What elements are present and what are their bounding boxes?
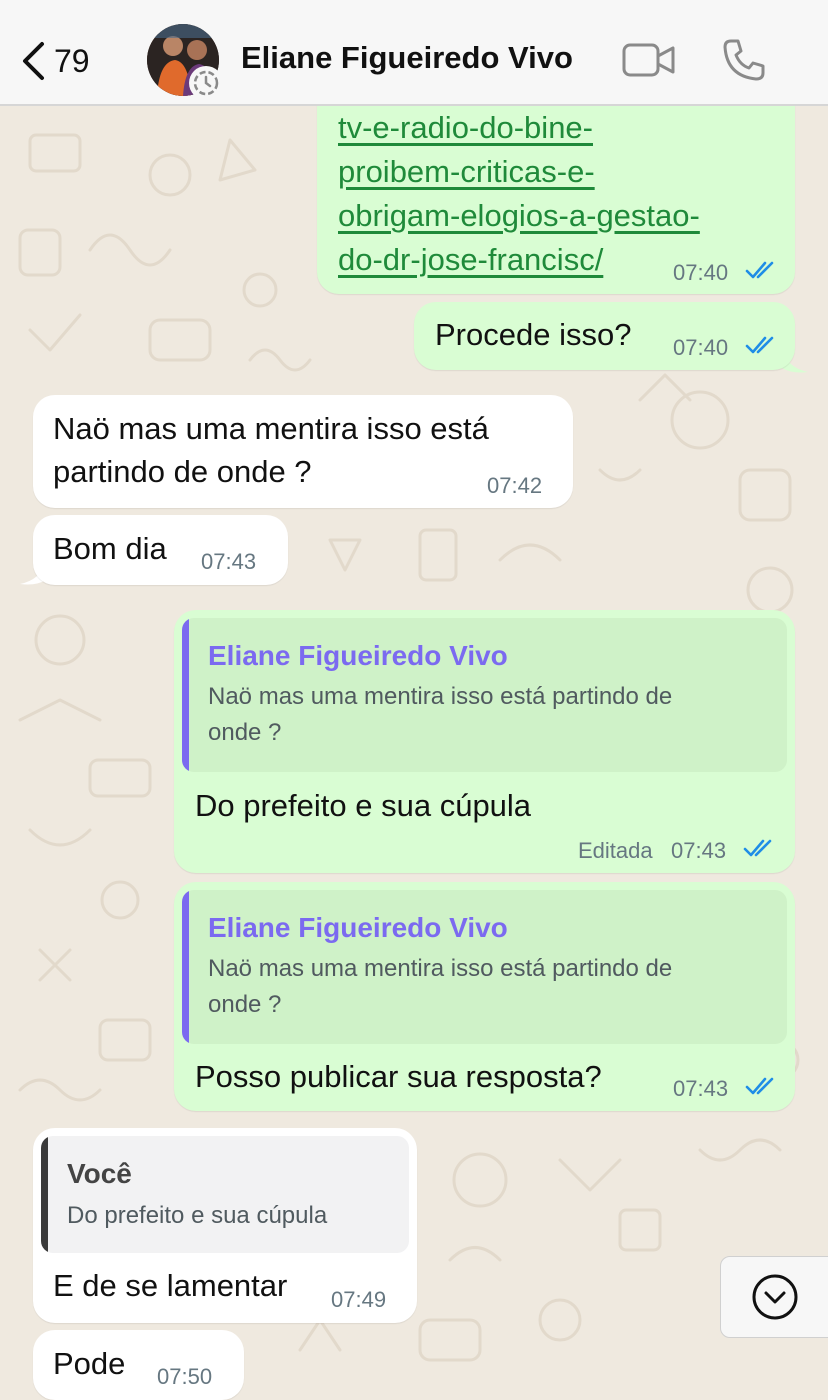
quote-accent-bar — [182, 890, 189, 1044]
message-text: Pode — [53, 1346, 126, 1381]
read-ticks-icon — [745, 336, 774, 354]
read-ticks-icon — [745, 261, 774, 279]
message-link-line[interactable]: tv-e-radio-do-bine- — [338, 110, 593, 146]
message-bubble-outgoing[interactable]: Eliane Figueiredo Vivo Naö mas uma menti… — [174, 882, 795, 1111]
message-link-line[interactable]: obrigam-elogios-a-gestao- — [338, 198, 700, 234]
message-time: 07:42 — [487, 473, 543, 498]
quote-accent-bar — [182, 618, 189, 772]
message-text: Bom dia — [53, 531, 167, 566]
message-bubble-incoming[interactable]: Você Do prefeito e sua cúpula E de se la… — [33, 1128, 417, 1323]
message-text: Do prefeito e sua cúpula — [195, 788, 532, 823]
quote-text: Do prefeito e sua cúpula — [67, 1202, 328, 1229]
message-bubble-outgoing[interactable]: Procede isso? 07:40 — [414, 302, 795, 370]
message-text-line: partindo de onde ? — [53, 454, 312, 489]
message-time: 07:43 — [673, 1076, 729, 1101]
quoted-message[interactable]: Eliane Figueiredo Vivo Naö mas uma menti… — [182, 618, 787, 772]
message-time: 07:40 — [673, 335, 729, 360]
quote-author: Eliane Figueiredo Vivo — [208, 640, 508, 671]
message-link-line[interactable]: do-dr-jose-francisc/ — [338, 242, 603, 278]
status-ring-icon — [193, 70, 219, 96]
quote-accent-bar — [41, 1136, 48, 1253]
quote-author: Eliane Figueiredo Vivo — [208, 912, 508, 943]
quote-text-line: Naö mas uma mentira isso está partindo d… — [208, 955, 673, 982]
message-bubble-outgoing[interactable]: Eliane Figueiredo Vivo Naö mas uma menti… — [174, 610, 795, 873]
message-text-line: Naö mas uma mentira isso está — [53, 411, 489, 446]
message-bubble-incoming[interactable]: Bom dia 07:43 — [33, 515, 288, 585]
message-bubble-incoming[interactable]: Pode 07:50 — [33, 1330, 244, 1400]
message-link-line[interactable]: proibem-criticas-e- — [338, 154, 595, 190]
video-camera-icon[interactable] — [622, 42, 676, 78]
chat-header: 79 Eliane Figueiredo Vivo — [0, 0, 828, 105]
quoted-message[interactable]: Você Do prefeito e sua cúpula — [41, 1136, 409, 1253]
quote-author: Você — [67, 1158, 132, 1189]
quote-text-line: Naö mas uma mentira isso está partindo d… — [208, 683, 673, 710]
chevron-down-circle-icon — [752, 1274, 798, 1320]
message-time: 07:40 — [673, 260, 729, 285]
scroll-to-bottom-button[interactable] — [720, 1256, 828, 1338]
message-bubble-outgoing[interactable]: tv-e-radio-do-bine- proibem-criticas-e- … — [317, 80, 795, 294]
message-bubble-incoming[interactable]: Naö mas uma mentira isso está partindo d… — [33, 395, 573, 508]
quote-text-line: onde ? — [208, 719, 282, 746]
message-text: Procede isso? — [435, 317, 632, 352]
edited-label: Editada — [578, 838, 653, 863]
chevron-left-icon — [23, 42, 44, 80]
message-time: 07:43 — [201, 549, 257, 574]
status-badge — [189, 66, 223, 100]
quote-text-line: onde ? — [208, 991, 282, 1018]
message-time: 07:50 — [157, 1364, 213, 1389]
contact-name[interactable]: Eliane Figueiredo Vivo — [241, 40, 573, 76]
message-text: E de se lamentar — [53, 1268, 288, 1303]
message-time: 07:43 — [671, 838, 727, 863]
phone-icon[interactable] — [722, 38, 766, 82]
unread-count: 79 — [54, 42, 90, 79]
quoted-message[interactable]: Eliane Figueiredo Vivo Naö mas uma menti… — [182, 890, 787, 1044]
read-ticks-icon — [743, 839, 772, 857]
message-time: 07:49 — [331, 1287, 387, 1312]
message-text: Posso publicar sua resposta? — [195, 1059, 602, 1094]
back-button[interactable]: 79 — [20, 38, 90, 84]
read-ticks-icon — [745, 1077, 774, 1095]
